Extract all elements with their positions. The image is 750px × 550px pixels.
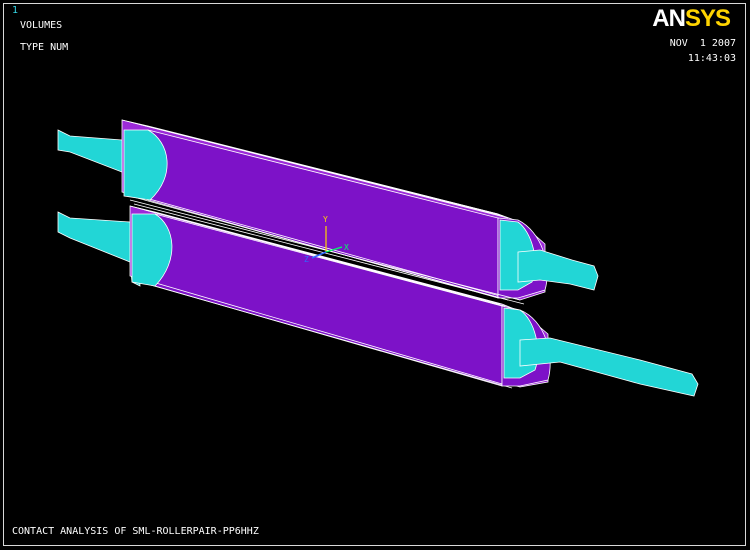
lower-left-shaft <box>57 211 141 287</box>
triad-x-label: X <box>344 243 349 252</box>
triad-y-label: Y <box>323 215 328 224</box>
upper-left-shaft <box>57 129 133 185</box>
graphics-window[interactable]: 1 VOLUMES TYPE NUM ANSYS NOV 1 2007 11:4… <box>0 0 750 550</box>
plot-title: CONTACT ANALYSIS OF SML-ROLLERPAIR-PP6HH… <box>12 526 259 537</box>
triad-z-label: Z <box>304 255 309 264</box>
model-render[interactable]: Y X Z <box>0 0 750 550</box>
